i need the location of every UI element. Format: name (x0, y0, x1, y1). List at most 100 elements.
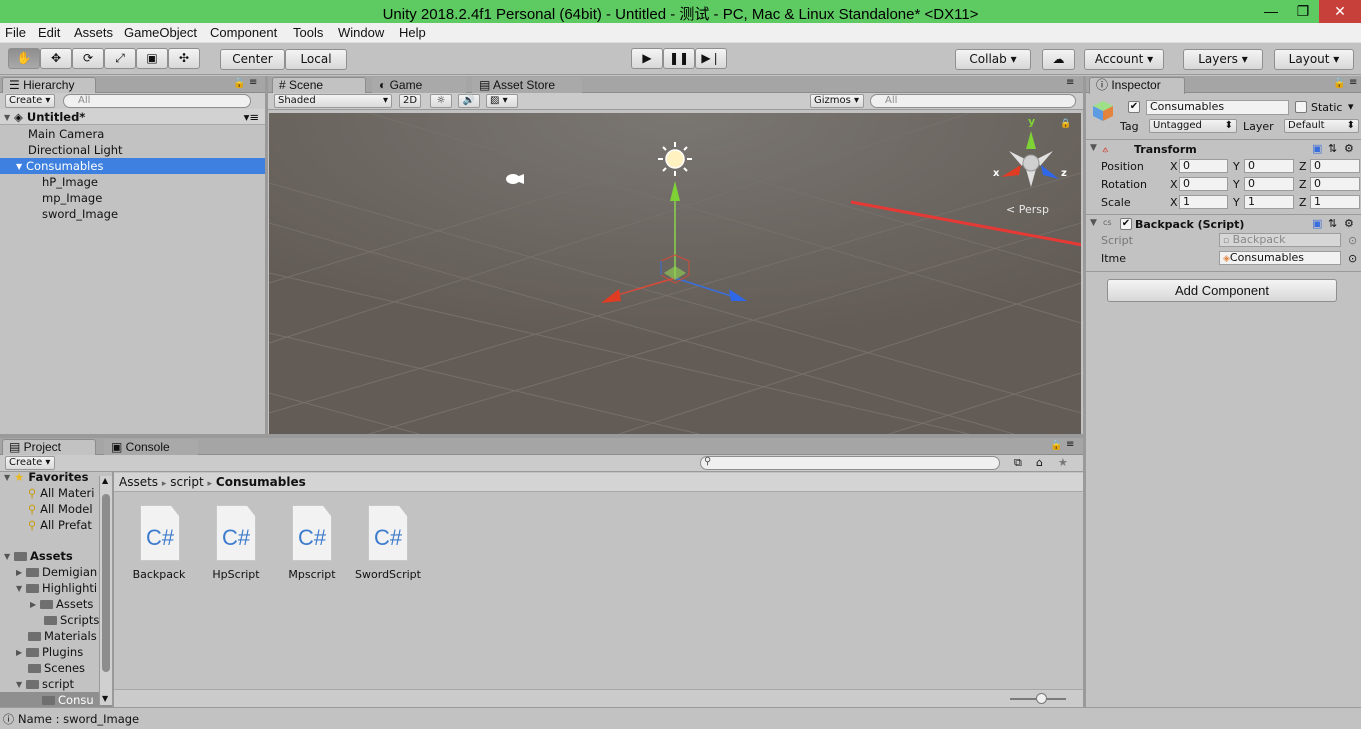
object-name-field[interactable]: Consumables (1146, 100, 1289, 115)
lock-icon[interactable]: 🔒 (1333, 78, 1345, 89)
folder-item[interactable]: ▼ Highlighti (0, 580, 97, 596)
folder-item[interactable]: Scripts (0, 612, 99, 628)
projection-label[interactable]: < Persp (1006, 203, 1049, 216)
menu-window[interactable]: Window (338, 25, 384, 40)
help-icon[interactable]: ▣ (1312, 142, 1322, 155)
tab-scene[interactable]: # Scene (272, 77, 366, 94)
settings-gear-icon[interactable]: ⚙ (1344, 217, 1354, 230)
scene-root[interactable]: ▼ ◈ Untitled* ▾≡ (0, 109, 265, 125)
lock-icon[interactable]: 🔒 (1050, 440, 1062, 451)
menu-file[interactable]: File (5, 25, 26, 40)
position-z-field[interactable]: 0 (1310, 159, 1360, 173)
folder-item[interactable]: ▼ script (0, 676, 74, 692)
file-label[interactable]: HpScript (196, 568, 276, 581)
menu-help[interactable]: Help (399, 25, 426, 40)
rotation-y-field[interactable]: 0 (1244, 177, 1294, 191)
static-dropdown-icon[interactable]: ▾ (1348, 100, 1354, 113)
hierarchy-item-consumables[interactable]: ▼ Consumables (0, 158, 265, 174)
layers-dropdown[interactable]: Layers ▾ (1183, 49, 1263, 70)
shading-mode-dropdown[interactable]: Shaded ▾ (274, 94, 392, 108)
folder-item[interactable]: ▶ Plugins (0, 644, 83, 660)
close-icon[interactable]: ✕ (1319, 0, 1361, 23)
panel-menu-icon[interactable]: ≡ (1066, 439, 1074, 450)
create-dropdown[interactable]: Create ▾ (5, 456, 55, 470)
rotation-x-field[interactable]: 0 (1179, 177, 1228, 191)
move-tool-icon[interactable]: ✥ (40, 48, 72, 69)
backpack-component-header[interactable]: ▼ cs ✔ Backpack (Script) ▣ ⇅ ⚙ (1086, 214, 1361, 232)
csharp-file-icon[interactable]: C# (136, 505, 180, 561)
tab-project[interactable]: ▤ Project (2, 439, 96, 456)
hierarchy-search-input[interactable]: All (63, 94, 251, 108)
tag-dropdown[interactable]: Untagged ⬍ (1149, 119, 1237, 133)
rotate-tool-icon[interactable]: ⟳ (72, 48, 104, 69)
play-icon[interactable]: ▶ (631, 48, 663, 69)
settings-gear-icon[interactable]: ⚙ (1344, 142, 1354, 155)
favorite-item[interactable]: ⚲ All Prefat (0, 517, 92, 533)
favorite-star-icon[interactable]: ★ (1058, 456, 1068, 469)
create-dropdown[interactable]: Create ▾ (5, 94, 55, 108)
tab-console[interactable]: ▣ Console (104, 439, 198, 456)
favorite-item[interactable]: ⚲ All Model (0, 501, 93, 517)
gizmos-dropdown[interactable]: Gizmos ▾ (810, 94, 864, 108)
layout-dropdown[interactable]: Layout ▾ (1274, 49, 1354, 70)
hierarchy-item-sword-image[interactable]: sword_Image (0, 206, 265, 222)
folder-item-selected[interactable]: Consu (0, 692, 112, 707)
scroll-down-icon[interactable]: ▼ (102, 694, 108, 703)
position-x-field[interactable]: 0 (1179, 159, 1228, 173)
preset-icon[interactable]: ⇅ (1328, 142, 1337, 155)
pivot-local-button[interactable]: Local (285, 49, 347, 70)
file-label[interactable]: SwordScript (348, 568, 428, 581)
folder-item[interactable]: Scenes (0, 660, 85, 676)
menu-component[interactable]: Component (210, 25, 277, 40)
favorites-header[interactable]: ▼ ★ Favorites (0, 472, 88, 485)
filter-type-icon[interactable]: ⧉ (1014, 456, 1022, 470)
menu-tools[interactable]: Tools (293, 25, 323, 40)
favorite-item[interactable]: ⚲ All Materi (0, 485, 94, 501)
lock-icon[interactable]: 🔒 (233, 78, 245, 89)
cloud-icon[interactable]: ☁ (1042, 49, 1075, 70)
filter-label-icon[interactable]: ⌂ (1036, 456, 1043, 469)
panel-menu-icon[interactable]: ≡ (1066, 77, 1074, 88)
project-search-input[interactable]: ⚲ (700, 456, 1000, 470)
scene-search-input[interactable]: All (870, 94, 1076, 108)
collapse-icon[interactable]: ▼ (1090, 218, 1097, 228)
breadcrumb-assets[interactable]: Assets (119, 475, 158, 489)
position-y-field[interactable]: 0 (1244, 159, 1294, 173)
component-enabled-checkbox[interactable]: ✔ (1120, 218, 1132, 230)
transform-header[interactable]: ▼ ⟑ Transform ▣ ⇅ ⚙ (1086, 139, 1361, 157)
folder-item[interactable]: ▶ Demigian (0, 564, 97, 580)
hierarchy-item-directional-light[interactable]: Directional Light (0, 142, 265, 158)
collapse-icon[interactable]: ▼ (1090, 143, 1097, 153)
hierarchy-item-hp-image[interactable]: hP_Image (0, 174, 265, 190)
scale-tool-icon[interactable]: ⤢ (104, 48, 136, 69)
minimize-icon[interactable]: — (1255, 0, 1287, 23)
pivot-center-button[interactable]: Center (220, 49, 285, 70)
scale-y-field[interactable]: 1 (1244, 195, 1294, 209)
rotation-z-field[interactable]: 0 (1310, 177, 1360, 191)
pause-icon[interactable]: ❚❚ (663, 48, 695, 69)
camera-gizmo-icon[interactable] (506, 174, 524, 184)
static-checkbox[interactable] (1295, 101, 1307, 113)
panel-menu-icon[interactable]: ≡ (249, 77, 257, 88)
file-label[interactable]: Mpscript (272, 568, 352, 581)
scene-viewport[interactable]: y x z 🔒 < Persp (269, 113, 1081, 434)
folder-item[interactable]: ▶ Assets (0, 596, 93, 612)
csharp-file-icon[interactable]: C# (288, 505, 332, 561)
lighting-toggle-icon[interactable]: ☼ (430, 94, 452, 108)
help-icon[interactable]: ▣ (1312, 217, 1322, 230)
itme-field[interactable]: ◈Consumables (1219, 251, 1341, 265)
tab-hierarchy[interactable]: ☰ Hierarchy (2, 77, 96, 94)
rect-tool-icon[interactable]: ▣ (136, 48, 168, 69)
effects-dropdown-icon[interactable]: ▨ ▾ (486, 94, 518, 108)
layer-dropdown[interactable]: Default ⬍ (1284, 119, 1359, 133)
csharp-file-icon[interactable]: C# (212, 505, 256, 561)
menu-edit[interactable]: Edit (38, 25, 60, 40)
folder-item[interactable]: Materials (0, 628, 97, 644)
account-dropdown[interactable]: Account ▾ (1084, 49, 1164, 70)
step-icon[interactable]: ▶❘ (695, 48, 727, 69)
object-picker-icon[interactable]: ⊙ (1348, 252, 1357, 265)
restore-icon[interactable]: ❐ (1287, 0, 1319, 23)
breadcrumb-script[interactable]: script (170, 475, 203, 489)
menu-assets[interactable]: Assets (74, 25, 113, 40)
csharp-file-icon[interactable]: C# (364, 505, 408, 561)
